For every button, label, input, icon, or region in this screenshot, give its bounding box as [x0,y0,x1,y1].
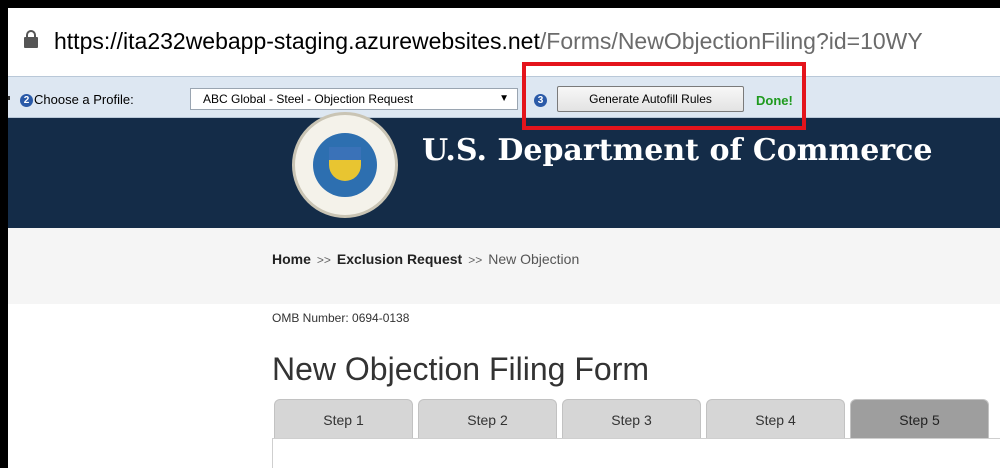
tab-step-5[interactable]: Step 5 [850,399,989,439]
url-host: https://ita232webapp-staging.azurewebsit… [54,28,540,54]
dropdown-arrow-icon: ▼ [499,93,509,104]
tab-step-1[interactable]: Step 1 [274,399,413,439]
lock-icon [24,30,38,48]
tab-step-2[interactable]: Step 2 [418,399,557,439]
omb-number: OMB Number: 0694-0138 [272,311,410,325]
department-seal-icon[interactable] [292,112,398,218]
browser-window: https://ita232webapp-staging.azurewebsit… [8,8,1000,468]
seal-shield [329,147,361,181]
profile-select[interactable]: ABC Global - Steel - Objection Request ▼ [190,88,518,110]
agency-title[interactable]: U.S. Department of Commerce [422,133,932,168]
tab-step-4[interactable]: Step 4 [706,399,845,439]
page-title: New Objection Filing Form [272,351,649,387]
url-text[interactable]: https://ita232webapp-staging.azurewebsit… [54,28,923,55]
address-bar[interactable]: https://ita232webapp-staging.azurewebsit… [8,8,1000,74]
tab-step-3[interactable]: Step 3 [562,399,701,439]
profile-select-value: ABC Global - Steel - Objection Request [203,92,414,106]
toolbar-edge-marker [8,96,10,100]
breadcrumb-exclusion-request[interactable]: Exclusion Request [337,251,462,267]
site-header: U.S. Department of Commerce [8,112,1000,228]
step-content-panel [272,438,1000,468]
breadcrumb: Home >> Exclusion Request >> New Objection [272,251,579,267]
breadcrumb-separator: >> [316,253,331,267]
seal-inner [313,133,377,197]
highlight-box [522,62,806,130]
profile-label: Choose a Profile: [34,92,134,107]
breadcrumb-separator: >> [468,253,483,267]
url-path: /Forms/NewObjectionFiling?id=10WY [539,28,923,54]
step-2-number-icon: 2 [20,94,33,107]
breadcrumb-current: New Objection [488,251,580,267]
breadcrumb-home[interactable]: Home [272,251,311,267]
